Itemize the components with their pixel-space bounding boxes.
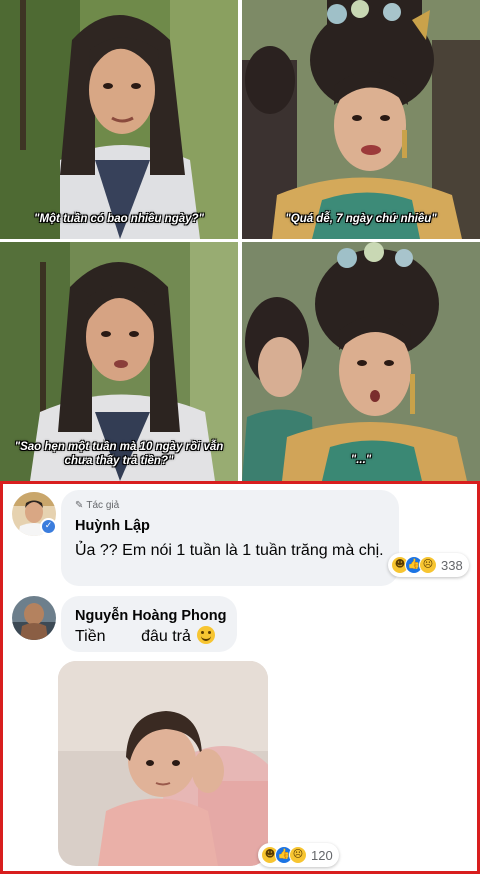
- comment-text: Ủa ?? Em nói 1 tuần là 1 tuần trăng mà c…: [75, 542, 384, 559]
- panel-4-scene: [242, 242, 480, 481]
- avatar[interactable]: [12, 596, 56, 640]
- sad-reaction-icon: ☹: [419, 556, 437, 574]
- meme-caption-2: "Quá dễ, 7 ngày chứ nhiêu": [285, 213, 437, 225]
- meme-caption-1: "Một tuần có bao nhiêu ngày?": [34, 213, 204, 225]
- commenter-name[interactable]: Nguyễn Hoàng Phong: [75, 608, 226, 624]
- avatar-nguyen-hoang-phong: [12, 596, 56, 640]
- meme-panel-4: "...": [242, 242, 480, 481]
- meme-panel-1: "Một tuần có bao nhiêu ngày?": [0, 0, 238, 239]
- panel-2-scene: [242, 0, 480, 239]
- comment-text: Tiền đâu trả: [75, 626, 216, 647]
- reaction-count: 120: [311, 847, 333, 863]
- meme-panel-2: "Quá dễ, 7 ngày chứ nhiêu": [242, 0, 480, 239]
- comment-bubble: Nguyễn Hoàng Phong Tiền đâu trả: [61, 596, 237, 652]
- meme-caption-3-line-2: chưa thấy trả tiền?": [64, 455, 174, 467]
- comment-photo-attachment[interactable]: [58, 661, 268, 866]
- commenter-name[interactable]: Huỳnh Lập: [75, 518, 150, 534]
- meme-caption-3-line-1: "Sao hẹn một tuần mà 10 ngày rồi vẫn: [14, 441, 224, 453]
- reaction-count: 338: [441, 557, 463, 573]
- verified-badge-icon: ✓: [40, 518, 57, 535]
- meme-caption-3: "Sao hẹn một tuần mà 10 ngày rồi vẫn chư…: [0, 440, 238, 468]
- sad-reaction-icon: ☹: [289, 846, 307, 864]
- panel-1-scene: [0, 0, 238, 239]
- smiling-face-icon: [197, 626, 216, 644]
- comment-text-content: Tiền đâu trả: [75, 628, 191, 645]
- comment-section: ✓ ✎ Tác giả Huỳnh Lập Ủa ?? Em nói 1 tuần…: [0, 481, 480, 874]
- author-tag-label: Tác giả: [86, 500, 120, 511]
- comment-bubble: ✎ Tác giả Huỳnh Lập Ủa ?? Em nói 1 tuần l…: [61, 490, 399, 586]
- author-tag: ✎ Tác giả: [75, 500, 119, 511]
- reaction-summary[interactable]: ☻ 👍 ☹ 120: [258, 843, 339, 867]
- pencil-icon: ✎: [75, 500, 84, 511]
- meme-image: "Một tuần có bao nhiêu ngày?" "Quá dễ, 7…: [0, 0, 480, 481]
- meme-caption-4: "...": [350, 454, 372, 466]
- reaction-summary[interactable]: ☻ 👍 ☹ 338: [388, 553, 469, 577]
- meme-panel-3: "Sao hẹn một tuần mà 10 ngày rồi vẫn chư…: [0, 242, 238, 481]
- toddler-photo: [58, 661, 268, 866]
